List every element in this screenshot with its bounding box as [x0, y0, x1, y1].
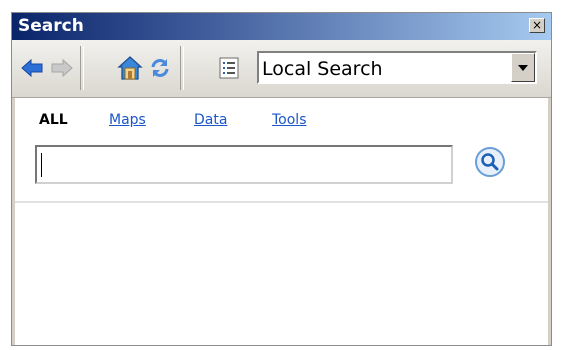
refresh-button[interactable]	[146, 54, 174, 82]
home-button[interactable]	[116, 54, 144, 82]
window-title: Search	[18, 16, 84, 36]
search-button[interactable]	[473, 145, 507, 179]
search-panel: ALL Maps Data Tools	[12, 98, 551, 345]
list-options-icon	[219, 57, 239, 79]
magnifier-icon	[475, 147, 505, 177]
toolbar-separator	[180, 46, 184, 90]
tab-all[interactable]: ALL	[39, 112, 68, 128]
divider	[15, 201, 548, 203]
forward-button[interactable]	[48, 54, 76, 82]
refresh-icon	[151, 59, 169, 77]
home-icon	[117, 56, 143, 80]
back-arrow-icon	[21, 58, 43, 78]
title-bar[interactable]: Search ×	[12, 13, 551, 40]
close-button[interactable]: ×	[529, 18, 545, 33]
toolbar-separator	[80, 46, 84, 90]
search-source-dropdown[interactable]: Local Search	[257, 51, 537, 84]
forward-arrow-icon	[51, 58, 73, 78]
tab-data[interactable]: Data	[194, 112, 227, 128]
dropdown-button[interactable]	[511, 53, 535, 82]
options-button[interactable]	[215, 54, 243, 82]
search-source-value: Local Search	[262, 58, 383, 80]
text-caret	[41, 153, 42, 177]
search-input[interactable]	[35, 145, 453, 184]
tab-tools[interactable]: Tools	[272, 112, 307, 128]
toolbar: Local Search	[12, 40, 551, 98]
tab-maps[interactable]: Maps	[109, 112, 146, 128]
chevron-down-icon	[518, 64, 528, 71]
back-button[interactable]	[18, 54, 46, 82]
close-icon: ×	[531, 18, 543, 32]
search-window: Search × Local Search ALL Maps Data Tool…	[11, 12, 552, 346]
